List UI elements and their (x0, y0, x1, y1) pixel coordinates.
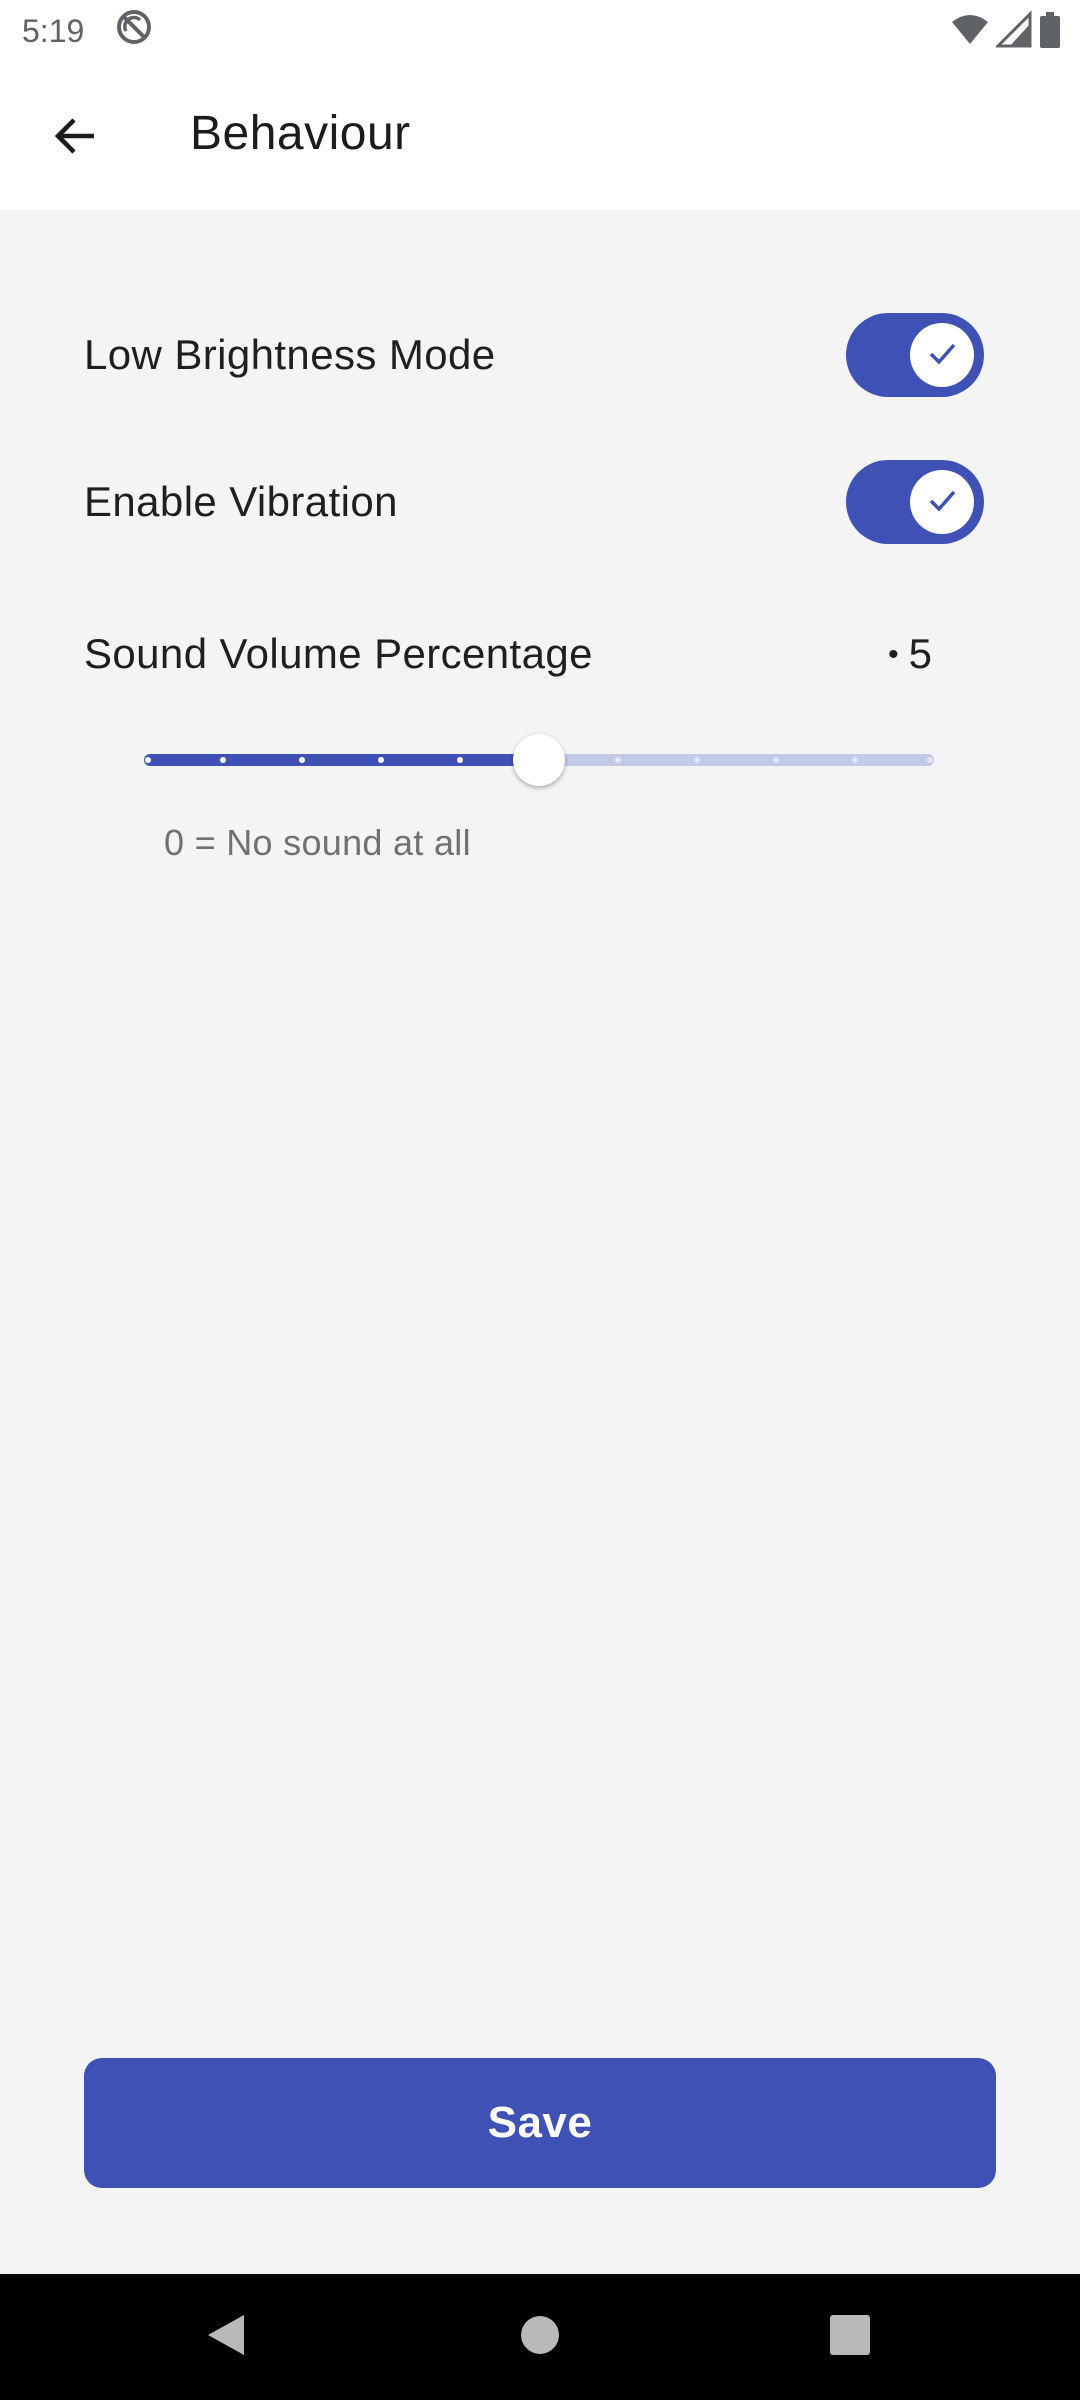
wifi-icon (950, 10, 990, 58)
volume-value-text: 5 (908, 630, 932, 677)
volume-row: Sound Volume Percentage • 5 (84, 630, 932, 690)
low-brightness-toggle[interactable] (846, 313, 984, 397)
toggle-knob (910, 323, 974, 387)
slider-track-active (144, 754, 539, 766)
vibration-row: Enable Vibration (84, 452, 984, 552)
volume-slider[interactable] (144, 730, 934, 790)
sync-disabled-icon (114, 7, 154, 55)
check-icon (925, 483, 959, 522)
nav-home-icon (520, 2315, 560, 2360)
status-time: 5:19 (22, 12, 85, 49)
battery-icon (1038, 10, 1062, 58)
low-brightness-row: Low Brightness Mode (84, 305, 984, 405)
low-brightness-label: Low Brightness Mode (84, 331, 496, 378)
status-bar: 5:19 (0, 0, 1080, 62)
nav-back-button[interactable] (156, 2274, 296, 2400)
slider-tick (457, 757, 463, 763)
nav-recents-button[interactable] (780, 2274, 920, 2400)
app-bar: Behaviour (0, 62, 1080, 210)
slider-tick (852, 757, 858, 763)
volume-hint: 0 = No sound at all (164, 822, 471, 863)
save-button[interactable]: Save (84, 2058, 996, 2188)
nav-back-icon (204, 2311, 248, 2364)
toggle-knob (910, 470, 974, 534)
volume-value: • 5 (888, 630, 932, 677)
slider-tick (615, 757, 621, 763)
check-icon (925, 336, 959, 375)
slider-tick (299, 757, 305, 763)
slider-tick (927, 757, 933, 763)
page-title: Behaviour (190, 107, 411, 160)
screen: 5:19 Behaviour Low Brightness Mode Enabl… (0, 0, 1080, 2400)
back-button[interactable] (38, 102, 110, 174)
slider-thumb[interactable] (513, 734, 565, 786)
slider-tick (694, 757, 700, 763)
nav-home-button[interactable] (470, 2274, 610, 2400)
vibration-label: Enable Vibration (84, 478, 398, 525)
slider-tick (773, 757, 779, 763)
slider-tick (145, 757, 151, 763)
slider-tick (378, 757, 384, 763)
navigation-bar (0, 2274, 1080, 2400)
cell-signal-icon (994, 10, 1032, 58)
nav-recents-icon (829, 2314, 871, 2361)
arrow-left-icon (50, 112, 98, 165)
volume-label: Sound Volume Percentage (84, 630, 593, 677)
slider-tick (220, 757, 226, 763)
vibration-toggle[interactable] (846, 460, 984, 544)
